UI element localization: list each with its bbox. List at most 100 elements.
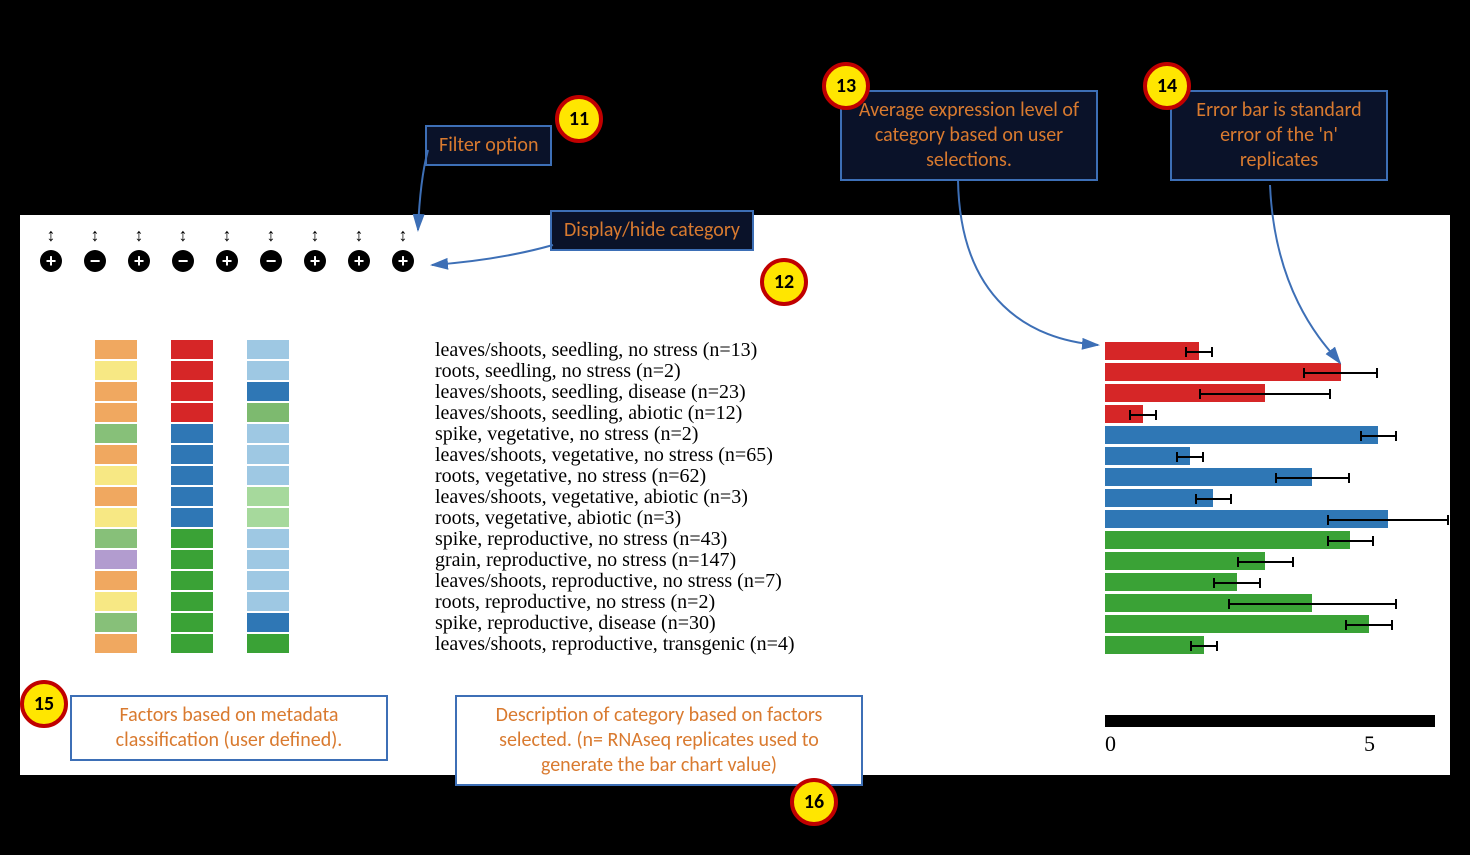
expand-icon[interactable]: + [348,250,370,272]
factor-row [95,403,289,424]
factor-row [95,634,289,655]
sort-icon[interactable]: ↕ [348,225,370,246]
error-bar [1190,645,1218,647]
category-description: leaves/shoots, vegetative, abiotic (n=3) [435,487,955,508]
error-bar [1199,393,1331,395]
callout-error-bar: Error bar is standard error of the 'n' r… [1170,90,1388,181]
factor-swatch [171,613,213,632]
expression-bar [1105,342,1199,360]
expand-icon[interactable]: + [392,250,414,272]
expression-bar [1105,447,1190,465]
factor-swatch [247,361,289,380]
factor-row [95,592,289,613]
tick-label: 0 [1105,731,1116,757]
sort-icon[interactable]: ↕ [304,225,326,246]
error-bar [1228,603,1398,605]
factor-swatch [95,634,137,653]
error-bar [1176,456,1204,458]
factor-swatch [171,550,213,569]
factor-row [95,550,289,571]
factor-swatch [95,571,137,590]
expand-icon[interactable]: + [216,250,238,272]
factor-swatch [95,487,137,506]
factor-swatch [95,424,137,443]
factor-row [95,361,289,382]
factor-swatch [247,382,289,401]
expression-bar-chart: 0 5 [1105,340,1435,757]
error-bar [1360,435,1398,437]
factor-row [95,529,289,550]
factor-swatch [95,466,137,485]
sort-controls-row: ↕ ↕ ↕ ↕ ↕ ↕ ↕ ↕ ↕ [40,225,414,246]
category-description: roots, vegetative, no stress (n=62) [435,466,955,487]
factor-swatch [95,508,137,527]
error-bar [1195,498,1233,500]
factor-swatch [171,634,213,653]
factor-swatch [247,634,289,653]
factor-swatch [95,445,137,464]
factor-swatch [247,571,289,590]
badge-13: 13 [822,62,870,110]
tick-label: 5 [1364,731,1375,757]
sort-icon[interactable]: ↕ [260,225,282,246]
expression-bar [1105,594,1312,612]
bar-row [1105,571,1435,592]
factor-row [95,340,289,361]
error-bar [1237,561,1294,563]
bar-row [1105,613,1435,634]
factor-swatch [247,613,289,632]
sort-icon[interactable]: ↕ [216,225,238,246]
factor-row [95,466,289,487]
bar-row [1105,403,1435,424]
error-bar [1327,519,1450,521]
expression-bar [1105,405,1143,423]
bar-row [1105,529,1435,550]
bar-row [1105,592,1435,613]
expression-bar [1105,615,1369,633]
factor-swatch [95,340,137,359]
badge-14: 14 [1143,62,1191,110]
factor-swatch [247,466,289,485]
factor-swatch [95,382,137,401]
factor-swatch [247,445,289,464]
sort-icon[interactable]: ↕ [84,225,106,246]
factor-row [95,571,289,592]
error-bar [1303,372,1378,374]
factor-swatch [95,550,137,569]
factor-swatch [247,592,289,611]
expression-bar [1105,363,1341,381]
expression-bar [1105,573,1237,591]
factor-swatch [247,424,289,443]
factor-swatch [247,508,289,527]
category-description: spike, reproductive, disease (n=30) [435,613,955,634]
callout-display-hide: Display/hide category [550,210,754,251]
error-bar [1129,414,1157,416]
factor-row [95,613,289,634]
error-bar [1275,477,1350,479]
factor-swatch [171,361,213,380]
collapse-icon[interactable]: − [260,250,282,272]
sort-icon[interactable]: ↕ [40,225,62,246]
factor-swatch [171,592,213,611]
sort-icon[interactable]: ↕ [128,225,150,246]
category-description: spike, reproductive, no stress (n=43) [435,529,955,550]
sort-icon[interactable]: ↕ [172,225,194,246]
error-bar [1213,582,1260,584]
factor-swatch [171,382,213,401]
chart-x-axis [1105,715,1435,727]
category-description: leaves/shoots, reproductive, no stress (… [435,571,955,592]
factor-swatch [95,613,137,632]
category-description: leaves/shoots, reproductive, transgenic … [435,634,955,655]
expand-icon[interactable]: + [304,250,326,272]
expression-bar [1105,489,1213,507]
expression-bar [1105,468,1312,486]
factor-row [95,382,289,403]
collapse-icon[interactable]: − [84,250,106,272]
sort-icon[interactable]: ↕ [392,225,414,246]
expression-bar [1105,510,1388,528]
collapse-icon[interactable]: − [172,250,194,272]
expand-icon[interactable]: + [40,250,62,272]
expand-icon[interactable]: + [128,250,150,272]
factor-swatch [95,592,137,611]
bar-row [1105,382,1435,403]
